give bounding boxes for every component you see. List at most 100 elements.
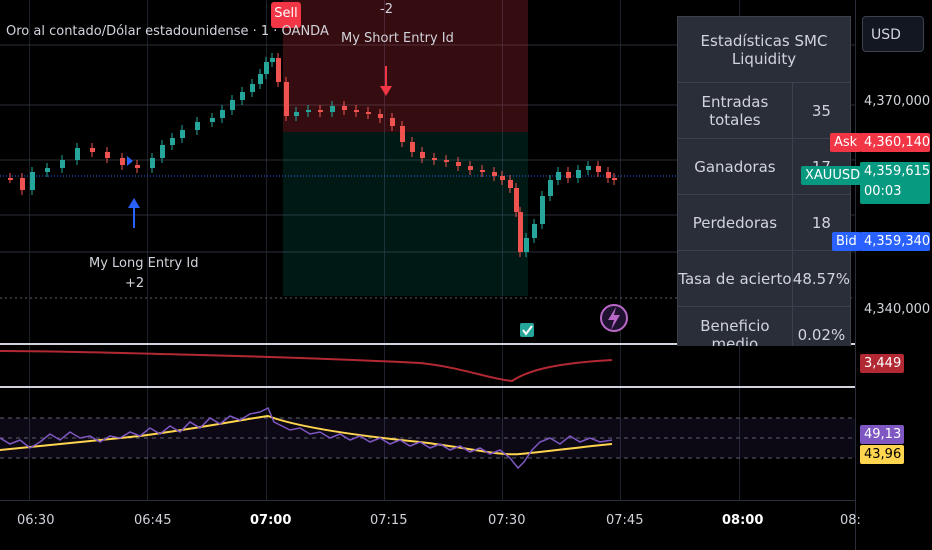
bid-label: Bid bbox=[832, 232, 861, 251]
check-icon bbox=[520, 323, 534, 337]
candle-body bbox=[556, 172, 561, 180]
trading-chart-window: Sell -2 My Short Entry Id My Long Entry … bbox=[0, 0, 932, 550]
short-position-target-zone bbox=[283, 132, 528, 296]
stats-label: Beneficio medio bbox=[677, 306, 793, 346]
price-axis[interactable] bbox=[855, 0, 932, 550]
candle-body bbox=[294, 112, 299, 116]
candle-body bbox=[195, 122, 200, 130]
candle-body bbox=[378, 114, 383, 118]
candle-body bbox=[420, 152, 425, 158]
time-label: 07:00 bbox=[250, 513, 292, 528]
candle-body bbox=[566, 172, 571, 178]
candle-body bbox=[180, 130, 185, 138]
time-label: 06:45 bbox=[134, 513, 172, 528]
time-label: 08: bbox=[840, 513, 861, 528]
candle-body bbox=[250, 84, 255, 92]
candle-body bbox=[586, 166, 591, 170]
last-price-tag: 4,359,615 00:03 bbox=[860, 162, 930, 204]
lightning-icon bbox=[600, 304, 628, 332]
candle-body bbox=[210, 118, 215, 122]
short-entry-label: My Short Entry Id bbox=[341, 31, 454, 46]
candle-body bbox=[105, 152, 110, 158]
long-entry-arrow-icon bbox=[128, 198, 140, 228]
stats-label: Ganadoras bbox=[677, 138, 793, 195]
stats-value: 35 bbox=[791, 82, 851, 139]
candle-body bbox=[240, 92, 245, 100]
candle-body bbox=[444, 160, 449, 162]
time-label: 07:45 bbox=[606, 513, 644, 528]
candle-body bbox=[90, 148, 95, 152]
candle-body bbox=[410, 142, 415, 152]
candle-body bbox=[120, 158, 125, 165]
candle-body bbox=[612, 178, 617, 180]
ask-label: Ask bbox=[830, 133, 862, 152]
bar-countdown: 00:03 bbox=[864, 184, 902, 199]
candle-body bbox=[160, 145, 165, 158]
candle-body bbox=[532, 224, 537, 238]
candle-body bbox=[264, 62, 269, 74]
candle-body bbox=[366, 112, 371, 114]
time-label: 07:15 bbox=[370, 513, 408, 528]
candle-body bbox=[318, 110, 323, 112]
stats-title: Estadísticas SMC Liquidity bbox=[677, 16, 851, 83]
time-label: 07:30 bbox=[488, 513, 526, 528]
candle-body bbox=[20, 178, 25, 190]
indicator-2-value-a: 49,13 bbox=[860, 425, 904, 444]
time-label: 08:00 bbox=[722, 513, 764, 528]
candle-body bbox=[270, 58, 275, 62]
short-entry-count: -2 bbox=[380, 2, 393, 17]
candle-body bbox=[276, 58, 281, 82]
stats-label: Perdedoras bbox=[677, 194, 793, 251]
price-label: 4,340,000 bbox=[864, 302, 931, 317]
candle-body bbox=[330, 106, 335, 112]
candle-body bbox=[258, 74, 263, 84]
bid-price: 4,359,340 bbox=[860, 232, 930, 251]
symbol-title[interactable]: Oro al contado/Dólar estadounidense · 1 … bbox=[6, 24, 329, 39]
candle-body bbox=[60, 160, 65, 168]
price-label: 4,370,000 bbox=[864, 94, 931, 109]
long-entry-label: My Long Entry Id bbox=[89, 256, 199, 271]
candle-body bbox=[75, 148, 80, 160]
time-label: 06:30 bbox=[17, 513, 55, 528]
candle-body bbox=[284, 82, 289, 116]
candle-body bbox=[492, 172, 497, 176]
candle-body bbox=[606, 172, 611, 178]
candle-body bbox=[518, 212, 523, 252]
long-entry-count: +2 bbox=[125, 276, 145, 291]
indicator-pane-2[interactable] bbox=[0, 388, 855, 500]
candle-body bbox=[576, 170, 581, 178]
candle-body bbox=[524, 238, 529, 252]
indicator-1-value: 3,449 bbox=[860, 354, 904, 373]
candle-body bbox=[500, 176, 505, 180]
candle-body bbox=[354, 110, 359, 112]
candle-body bbox=[456, 162, 461, 166]
indicator-pane-1[interactable] bbox=[0, 345, 855, 386]
candle-body bbox=[220, 110, 225, 118]
stats-label: Entradas totales bbox=[677, 82, 793, 139]
candle-body bbox=[8, 178, 13, 180]
stats-label: Tasa de acierto bbox=[677, 250, 793, 307]
candle-body bbox=[548, 180, 553, 196]
candle-body bbox=[480, 170, 485, 172]
candle-body bbox=[390, 118, 395, 126]
candle-body bbox=[400, 126, 405, 142]
candle-body bbox=[432, 158, 437, 160]
candle-body bbox=[540, 196, 545, 224]
candle-body bbox=[508, 180, 513, 188]
candle-body bbox=[514, 188, 519, 212]
stats-value: 48.57% bbox=[791, 250, 851, 307]
candle-body bbox=[306, 110, 311, 112]
stats-value: 0.02% bbox=[791, 306, 851, 346]
candle-body bbox=[230, 100, 235, 110]
candle-body bbox=[45, 168, 50, 172]
candle-body bbox=[468, 166, 473, 170]
candle-body bbox=[135, 165, 140, 168]
symbol-badge: XAUUSD bbox=[801, 166, 865, 185]
candle-body bbox=[170, 138, 175, 145]
indicator-2-value-b: 43,96 bbox=[860, 445, 904, 464]
candle-body bbox=[342, 106, 347, 110]
candle-body bbox=[596, 166, 601, 172]
last-price: 4,359,615 bbox=[864, 164, 931, 179]
currency-button[interactable]: USD bbox=[862, 16, 924, 52]
candle-body bbox=[150, 158, 155, 168]
